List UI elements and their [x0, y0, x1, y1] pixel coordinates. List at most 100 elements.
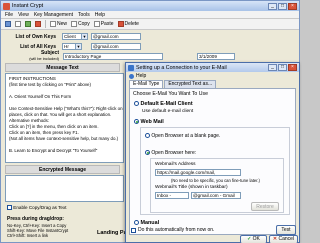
dialog-title-bar: Setting up a Connection to your E-Mail _…	[126, 63, 299, 72]
blank-page-radio[interactable]	[145, 133, 150, 139]
webmail-title-row: Inbox - @gmail.com - Gmail	[155, 192, 241, 199]
press-title: Press during drag/drop:	[7, 216, 64, 222]
blank-page-option[interactable]: Open Browser at a blank page.	[145, 133, 220, 139]
encrypted-message-header: Encrypted Message	[5, 165, 120, 174]
own-keys-row: List of Own Keys Client ▼ @gmail.com	[1, 32, 141, 41]
web-mail-radio[interactable]	[134, 119, 139, 125]
ok-button[interactable]: ✓ OK	[240, 235, 267, 243]
own-key-dropdown-arrow[interactable]: ▼	[82, 33, 88, 40]
close-button[interactable]: ×	[288, 2, 297, 10]
menu-help[interactable]: Help	[95, 12, 105, 18]
all-key-email-field[interactable]: @gmail.com	[91, 43, 141, 50]
main-menubar: File View Key Management Tools Help	[1, 11, 299, 19]
toolbar-print-button[interactable]	[14, 20, 22, 28]
paste-icon	[93, 21, 100, 27]
manual-option[interactable]: Manual	[134, 220, 159, 226]
toolbar-paste-button[interactable]: Paste	[93, 20, 115, 28]
lock-icon	[25, 21, 31, 27]
open-browser-option[interactable]: Open Browser here:	[145, 150, 196, 156]
new-icon	[50, 21, 56, 27]
manual-label: Manual	[140, 220, 160, 226]
menu-tools[interactable]: Tools	[78, 12, 90, 18]
ok-label: OK	[252, 236, 260, 242]
blank-page-label: Open Browser at a blank page.	[151, 133, 221, 139]
toolbar-paste-label: Paste	[100, 21, 114, 27]
menu-view[interactable]: View	[18, 12, 29, 18]
web-mail-label: Web Mail	[140, 119, 164, 125]
encrypted-message-area[interactable]	[5, 175, 124, 202]
subject-sublabel: (will be included)	[29, 56, 59, 61]
default-client-sublabel: Use default e-mail client	[142, 109, 194, 114]
all-keys-row: List of All Keys Hr ▼ @gmail.com	[1, 42, 141, 51]
maximize-button[interactable]: □	[278, 2, 287, 10]
own-key-combo[interactable]: Client	[62, 33, 82, 40]
tab-encrypted-text[interactable]: Encrypted Text as...	[164, 80, 217, 88]
toolbar-open-button[interactable]	[4, 20, 12, 28]
choose-email-label: Choose E-Mail You Want To Use	[133, 91, 208, 97]
key-icon	[35, 21, 41, 27]
message-text-header: Message Text	[5, 63, 120, 72]
toolbar-copy-label: Copy	[78, 21, 90, 27]
toolbar-decrypt-button[interactable]	[34, 20, 42, 28]
minimize-button[interactable]: _	[268, 2, 277, 10]
default-client-radio[interactable]	[134, 101, 139, 107]
default-client-option[interactable]: Default E-Mail Client	[134, 101, 193, 107]
copy-as-text-checkbox[interactable]	[7, 205, 12, 211]
webmail-title-field-1[interactable]: Inbox -	[155, 192, 189, 199]
address-label: Webmail's Address	[155, 162, 196, 167]
open-browser-radio[interactable]	[145, 150, 150, 156]
copy-icon	[71, 21, 78, 27]
dialog-app-icon	[128, 64, 134, 71]
manual-radio[interactable]	[134, 220, 139, 226]
cancel-label: Cancel	[278, 236, 295, 242]
all-key-dropdown-arrow[interactable]: ▼	[76, 43, 82, 50]
auto-checkbox[interactable]	[131, 227, 136, 233]
message-line: (Not all items have context-sensitive he…	[9, 136, 119, 141]
all-key-combo[interactable]: Hr	[62, 43, 76, 50]
dialog-menubar: Help	[126, 72, 299, 80]
restore-button[interactable]: Restore	[251, 202, 279, 211]
date-field[interactable]: 3/1/2009	[197, 53, 235, 60]
help-icon	[129, 73, 134, 79]
subject-label-block: Subject (will be included)	[21, 51, 59, 62]
toolbar-new-button[interactable]: New	[49, 20, 68, 28]
message-text-area[interactable]: FIRST INSTRUCTIONS (first time test by c…	[5, 73, 124, 163]
delete-icon	[117, 21, 124, 27]
dialog-minimize-button[interactable]: _	[268, 64, 277, 71]
open-icon	[5, 21, 11, 27]
print-icon	[15, 21, 21, 27]
toolbar-delete-button[interactable]: Delete	[117, 20, 140, 28]
main-toolbar: New Copy Paste Delete	[1, 19, 299, 30]
cancel-button[interactable]: ✕ Cancel	[269, 235, 298, 243]
cancel-icon: ✕	[272, 236, 278, 242]
menu-file[interactable]: File	[5, 12, 13, 18]
app-icon	[3, 2, 10, 10]
own-keys-label: List of Own Keys	[15, 33, 56, 40]
main-title-bar: Instant Crypt _ □ ×	[1, 1, 299, 11]
subject-field[interactable]: Introductory Page	[63, 53, 163, 60]
own-key-email-field[interactable]: @gmail.com	[91, 33, 141, 40]
toolbar-new-label: New	[57, 21, 68, 27]
toolbar-separator	[45, 20, 46, 28]
auto-label: Do this automatically from now on.	[138, 227, 215, 233]
webmail-details-group: Webmail's Address https://mail.google.co…	[150, 158, 284, 213]
main-window-title: Instant Crypt	[12, 3, 44, 9]
toolbar-copy-button[interactable]: Copy	[70, 20, 91, 28]
webmail-title-label: Webmail's Title (shown in taskbar)	[155, 185, 228, 190]
dialog-menu-help[interactable]: Help	[136, 73, 146, 79]
check-icon: ✓	[247, 236, 252, 242]
menu-key-management[interactable]: Key Management	[34, 12, 73, 18]
dialog-close-button[interactable]: ×	[288, 64, 297, 71]
email-type-tab-panel: Choose E-Mail You Want To Use Default E-…	[129, 88, 296, 235]
toolbar-encrypt-button[interactable]	[24, 20, 32, 28]
dialog-maximize-button[interactable]: □	[278, 64, 287, 71]
toolbar-delete-label: Delete	[124, 21, 139, 27]
test-button[interactable]: Test	[276, 225, 296, 235]
press-line: Ctrl+Shift: Insert a link	[7, 233, 49, 238]
press-list: No-Key, Ctrl+Key: Insert a Copy Shift-Ke…	[7, 223, 68, 238]
all-keys-label: List of All Keys	[20, 43, 56, 50]
dialog-title: Setting up a Connection to your E-Mail	[136, 64, 227, 71]
webmail-address-field[interactable]: https://mail.google.com/mail,	[155, 169, 241, 176]
web-mail-option[interactable]: Web Mail	[134, 119, 164, 125]
webmail-title-field-2[interactable]: @gmail.com - Gmail	[191, 192, 241, 199]
